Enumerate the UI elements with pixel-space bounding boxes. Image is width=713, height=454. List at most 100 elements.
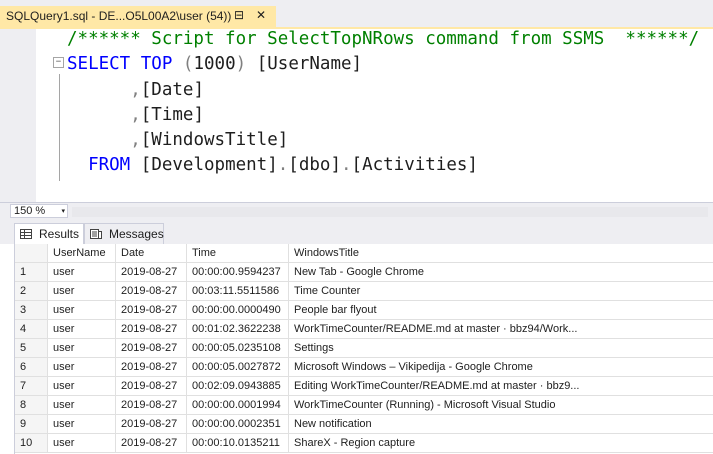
cell-time[interactable]: 00:00:05.0027872	[187, 358, 289, 377]
cell-date[interactable]: 2019-08-27	[116, 263, 187, 282]
outline-line	[59, 74, 60, 181]
sql-comment: /****** Script for SelectTopNRows comman…	[67, 29, 700, 49]
paren-open: (	[182, 54, 194, 74]
cell-username[interactable]: user	[48, 339, 116, 358]
pin-icon[interactable]: ⊟	[232, 8, 246, 22]
cell-date[interactable]: 2019-08-27	[116, 320, 187, 339]
cell-username[interactable]: user	[48, 396, 116, 415]
cell-date[interactable]: 2019-08-27	[116, 377, 187, 396]
column-header-windowstitle[interactable]: WindowsTitle	[289, 244, 713, 263]
cell-time[interactable]: 00:03:11.5511586	[187, 282, 289, 301]
cell-time[interactable]: 00:00:10.0135211	[187, 434, 289, 453]
cell-time[interactable]: 00:00:00.9594237	[187, 263, 289, 282]
column-header-time[interactable]: Time	[187, 244, 289, 263]
table-row[interactable]: 9 user 2019-08-27 00:00:00.0002351 New notif…	[15, 415, 713, 434]
row-number[interactable]: 9	[15, 415, 48, 434]
cell-time[interactable]: 00:00:00.0000490	[187, 301, 289, 320]
document-tab-strip: SQLQuery1.sql - DE...O5L00A2\user (54)) …	[0, 0, 713, 27]
code-line-date: ,[Date]	[67, 78, 204, 102]
cell-date[interactable]: 2019-08-27	[116, 301, 187, 320]
zoom-select[interactable]: 150 % ▾	[10, 204, 68, 218]
cell-windowstitle[interactable]: WorkTimeCounter/README.md at master · bb…	[289, 320, 713, 339]
paren-close: )	[235, 54, 247, 74]
column-time: [Time]	[140, 105, 204, 125]
cell-username[interactable]: user	[48, 358, 116, 377]
top-count: 1000	[193, 54, 236, 74]
cell-windowstitle[interactable]: ShareX - Region capture	[289, 434, 713, 453]
table-row[interactable]: 6 user 2019-08-27 00:00:05.0027872 Microsoft…	[15, 358, 713, 377]
cell-date[interactable]: 2019-08-27	[116, 434, 187, 453]
code-line-select: SELECT TOP (1000) [UserName]	[67, 52, 362, 76]
cell-date[interactable]: 2019-08-27	[116, 396, 187, 415]
row-number[interactable]: 8	[15, 396, 48, 415]
cell-windowstitle[interactable]: New notification	[289, 415, 713, 434]
row-number[interactable]: 3	[15, 301, 48, 320]
cell-time[interactable]: 00:02:09.0943885	[187, 377, 289, 396]
column-header-date[interactable]: Date	[116, 244, 187, 263]
results-grid[interactable]: UserName Date Time WindowsTitle 1 user 201…	[14, 244, 713, 454]
cell-username[interactable]: user	[48, 263, 116, 282]
cell-username[interactable]: user	[48, 434, 116, 453]
row-number[interactable]: 10	[15, 434, 48, 453]
keyword-from: FROM	[88, 155, 131, 175]
keyword-select: SELECT	[67, 54, 131, 74]
table-row[interactable]: 3 user 2019-08-27 00:00:00.0000490 People ba…	[15, 301, 713, 320]
cell-time[interactable]: 00:00:05.0235108	[187, 339, 289, 358]
keyword-top: TOP	[140, 54, 173, 74]
row-number[interactable]: 5	[15, 339, 48, 358]
row-number[interactable]: 2	[15, 282, 48, 301]
cell-windowstitle[interactable]: Microsoft Windows – Vikipedija - Google …	[289, 358, 713, 377]
table-row[interactable]: 1 user 2019-08-27 00:00:00.9594237 New Tab -…	[15, 263, 713, 282]
tab-results-label: Results	[39, 227, 80, 241]
cell-username[interactable]: user	[48, 282, 116, 301]
comma: ,	[130, 105, 141, 125]
cell-date[interactable]: 2019-08-27	[116, 358, 187, 377]
row-number[interactable]: 4	[15, 320, 48, 339]
row-number[interactable]: 7	[15, 377, 48, 396]
cell-time[interactable]: 00:01:02.3622238	[187, 320, 289, 339]
table-row[interactable]: 10 user 2019-08-27 00:00:10.0135211 ShareX -…	[15, 434, 713, 453]
tab-messages-label: Messages	[109, 227, 164, 241]
cell-time[interactable]: 00:00:00.0002351	[187, 415, 289, 434]
column-header-username[interactable]: UserName	[48, 244, 116, 263]
row-number-header[interactable]	[15, 244, 48, 263]
cell-windowstitle[interactable]: Editing WorkTimeCounter/README.md at mas…	[289, 377, 713, 396]
query-tab[interactable]: SQLQuery1.sql - DE...O5L00A2\user (54)) …	[0, 6, 276, 27]
query-editor[interactable]: − /****** Script for SelectTopNRows comm…	[0, 29, 713, 202]
cell-windowstitle[interactable]: WorkTimeCounter (Running) - Microsoft Vi…	[289, 396, 713, 415]
collapse-icon[interactable]: −	[53, 57, 64, 68]
tab-results[interactable]: Results	[14, 223, 84, 244]
query-tab-title: SQLQuery1.sql - DE...O5L00A2\user (54))	[6, 9, 232, 23]
cell-time[interactable]: 00:00:00.0001994	[187, 396, 289, 415]
row-number[interactable]: 1	[15, 263, 48, 282]
table-row[interactable]: 7 user 2019-08-27 00:02:09.0943885 Editing W…	[15, 377, 713, 396]
row-number[interactable]: 6	[15, 358, 48, 377]
cell-date[interactable]: 2019-08-27	[116, 415, 187, 434]
close-icon[interactable]: ✕	[254, 8, 268, 22]
cell-username[interactable]: user	[48, 301, 116, 320]
cell-date[interactable]: 2019-08-27	[116, 339, 187, 358]
code-line-comment: /****** Script for SelectTopNRows comman…	[67, 27, 699, 51]
code-line-windowstitle: ,[WindowsTitle]	[67, 128, 288, 152]
cell-windowstitle[interactable]: New Tab - Google Chrome	[289, 263, 713, 282]
cell-username[interactable]: user	[48, 415, 116, 434]
table-row[interactable]: 5 user 2019-08-27 00:00:05.0235108 Settings	[15, 339, 713, 358]
cell-date[interactable]: 2019-08-27	[116, 282, 187, 301]
comma: ,	[130, 80, 141, 100]
messages-icon	[90, 229, 102, 239]
table-row[interactable]: 8 user 2019-08-27 00:00:00.0001994 WorkTimeC…	[15, 396, 713, 415]
table-name: [Activities]	[351, 155, 478, 175]
table-row[interactable]: 4 user 2019-08-27 00:01:02.3622238 WorkTimeC…	[15, 320, 713, 339]
results-tab-strip: Results Messages	[0, 220, 713, 244]
horizontal-scrollbar[interactable]	[72, 207, 708, 217]
cell-windowstitle[interactable]: Time Counter	[289, 282, 713, 301]
tab-messages[interactable]: Messages	[84, 223, 164, 244]
cell-windowstitle[interactable]: Settings	[289, 339, 713, 358]
comma: ,	[130, 130, 141, 150]
cell-username[interactable]: user	[48, 377, 116, 396]
dot: .	[340, 155, 352, 175]
table-row[interactable]: 2 user 2019-08-27 00:03:11.5511586 Time Coun…	[15, 282, 713, 301]
cell-username[interactable]: user	[48, 320, 116, 339]
database-name: [Development]	[140, 155, 278, 175]
cell-windowstitle[interactable]: People bar flyout	[289, 301, 713, 320]
